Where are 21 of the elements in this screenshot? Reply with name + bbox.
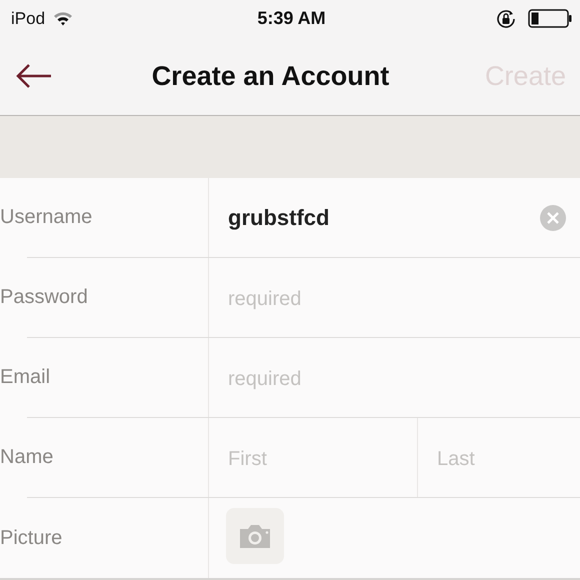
text-field[interactable]: required bbox=[226, 284, 566, 312]
rotation-lock-icon bbox=[496, 8, 518, 29]
text-field[interactable]: grubstfcd bbox=[226, 204, 532, 232]
arrow-left-icon bbox=[16, 63, 52, 90]
field-label: Email bbox=[0, 366, 50, 389]
wifi-icon bbox=[53, 11, 74, 26]
field-label: Name bbox=[0, 446, 54, 469]
text-field[interactable]: required bbox=[226, 364, 566, 392]
photo-button[interactable] bbox=[226, 508, 284, 564]
clock-time: 5:39 AM bbox=[257, 8, 326, 30]
screen-title: Create an Account bbox=[152, 60, 390, 92]
carrier-name: iPod bbox=[11, 8, 46, 29]
field-label: Password bbox=[0, 286, 88, 309]
close-icon bbox=[547, 212, 559, 224]
text-field[interactable]: First bbox=[226, 444, 403, 472]
camera-icon bbox=[238, 523, 272, 549]
battery-icon bbox=[528, 9, 572, 28]
field-label: Username bbox=[0, 206, 92, 229]
text-field[interactable]: Last bbox=[435, 444, 580, 472]
clear-button[interactable] bbox=[540, 204, 566, 230]
field-label: Picture bbox=[0, 526, 62, 550]
